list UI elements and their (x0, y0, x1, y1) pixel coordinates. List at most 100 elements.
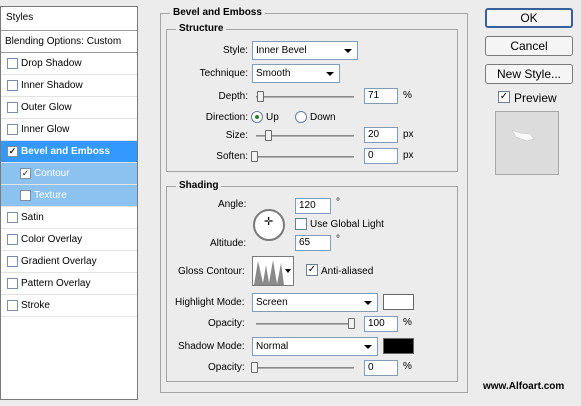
gradient-overlay-checkbox[interactable] (7, 256, 18, 267)
style-item-gradient-overlay[interactable]: Gradient Overlay (1, 251, 137, 273)
direction-down-radio[interactable] (295, 111, 307, 123)
preview-shape-icon (511, 129, 535, 142)
style-item-inner-glow[interactable]: Inner Glow (1, 119, 137, 141)
stroke-checkbox[interactable] (7, 300, 18, 311)
highlight-opacity-slider-thumb[interactable] (348, 318, 355, 329)
chevron-down-icon (364, 301, 372, 305)
size-input[interactable]: 20 (364, 127, 398, 143)
angle-dial[interactable]: ✛ (253, 209, 285, 241)
style-item-label: Bevel and Emboss (21, 146, 110, 157)
gloss-contour-label: Gloss Contour: (178, 266, 245, 277)
shadow-opacity-label: Opacity: (208, 362, 245, 373)
highlight-color-swatch[interactable] (383, 294, 414, 310)
size-unit: px (403, 129, 414, 140)
styles-list-panel: Styles Blending Options: Custom Drop Sha… (0, 6, 138, 400)
watermark-text: www.Alfoart.com (483, 381, 565, 392)
preview-label[interactable]: Preview (514, 91, 557, 105)
chevron-down-icon (344, 49, 352, 53)
style-item-label: Inner Glow (21, 124, 70, 135)
style-item-color-overlay[interactable]: Color Overlay (1, 229, 137, 251)
structure-title: Structure (176, 23, 227, 34)
altitude-input[interactable]: 65 (295, 235, 331, 251)
highlight-opacity-slider-track[interactable] (256, 323, 354, 325)
style-item-texture[interactable]: Texture (1, 185, 137, 207)
style-item-satin[interactable]: Satin (1, 207, 137, 229)
style-item-label: Satin (21, 212, 44, 223)
angle-input[interactable]: 120 (295, 198, 331, 214)
style-label: Style: (222, 45, 248, 56)
style-item-label: Texture (34, 190, 67, 201)
color-overlay-checkbox[interactable] (7, 234, 18, 245)
satin-checkbox[interactable] (7, 212, 18, 223)
shadow-opacity-slider-thumb[interactable] (251, 362, 258, 373)
chevron-down-icon (326, 72, 334, 76)
highlight-mode-label: Highlight Mode: (175, 297, 245, 308)
shadow-mode-value: Normal (256, 341, 289, 352)
technique-select-value: Smooth (256, 68, 291, 79)
blending-options-item[interactable]: Blending Options: Custom (1, 31, 137, 53)
use-global-light-checkbox[interactable] (295, 218, 307, 230)
shadow-mode-select[interactable]: Normal (252, 337, 378, 356)
angle-crosshair-icon: ✛ (264, 216, 274, 228)
styles-header[interactable]: Styles (1, 7, 137, 31)
bevel-and-emboss-checkbox[interactable]: ✓ (7, 146, 18, 157)
inner-shadow-checkbox[interactable] (7, 80, 18, 91)
texture-checkbox[interactable] (20, 190, 31, 201)
shadow-color-swatch[interactable] (383, 338, 414, 354)
inner-glow-checkbox[interactable] (7, 124, 18, 135)
style-item-label: Stroke (21, 300, 50, 311)
direction-up-radio[interactable] (251, 111, 263, 123)
style-select[interactable]: Inner Bevel (252, 41, 358, 60)
highlight-mode-select[interactable]: Screen (252, 293, 378, 312)
preview-checkbox[interactable]: ✓ (498, 91, 510, 103)
technique-select[interactable]: Smooth (252, 64, 340, 83)
style-item-label: Color Overlay (21, 234, 83, 245)
highlight-opacity-input[interactable]: 100 (364, 316, 398, 332)
cancel-button[interactable]: Cancel (485, 36, 573, 56)
chevron-down-icon (364, 345, 372, 349)
style-item-label: Gradient Overlay (21, 256, 97, 267)
shadow-opacity-slider-track[interactable] (256, 367, 354, 369)
gloss-contour-picker[interactable] (252, 256, 294, 286)
style-item-bevel-and-emboss[interactable]: ✓ Bevel and Emboss (1, 141, 137, 163)
shadow-opacity-unit: % (403, 361, 412, 372)
angle-label: Angle: (218, 199, 247, 210)
style-item-inner-shadow[interactable]: Inner Shadow (1, 75, 137, 97)
depth-slider-thumb[interactable] (257, 91, 264, 102)
style-preview-thumbnail (495, 111, 559, 175)
direction-down-label[interactable]: Down (310, 112, 336, 123)
style-item-contour[interactable]: ✓ Contour (1, 163, 137, 185)
style-item-pattern-overlay[interactable]: Pattern Overlay (1, 273, 137, 295)
style-item-label: Contour (34, 168, 70, 179)
ok-button[interactable]: OK (485, 8, 573, 28)
drop-shadow-checkbox[interactable] (7, 58, 18, 69)
soften-slider-track[interactable] (256, 156, 354, 158)
style-item-stroke[interactable]: Stroke (1, 295, 137, 317)
chevron-down-icon (285, 269, 291, 273)
anti-aliased-label[interactable]: Anti-aliased (321, 266, 373, 277)
shadow-mode-label: Shadow Mode: (178, 341, 245, 352)
contour-checkbox[interactable]: ✓ (20, 168, 31, 179)
depth-label: Depth: (218, 91, 248, 102)
pattern-overlay-checkbox[interactable] (7, 278, 18, 289)
technique-label: Technique: (199, 68, 248, 79)
outer-glow-checkbox[interactable] (7, 102, 18, 113)
shadow-opacity-input[interactable]: 0 (364, 360, 398, 376)
soften-slider-thumb[interactable] (251, 151, 258, 162)
style-item-drop-shadow[interactable]: Drop Shadow (1, 53, 137, 75)
angle-unit: ° (336, 197, 340, 208)
use-global-light-label[interactable]: Use Global Light (310, 219, 384, 230)
depth-slider-track[interactable] (256, 96, 354, 98)
style-item-label: Outer Glow (21, 102, 72, 113)
direction-label: Direction: (205, 112, 248, 123)
depth-input[interactable]: 71 (364, 88, 398, 104)
depth-unit: % (403, 90, 412, 101)
soften-input[interactable]: 0 (364, 148, 398, 164)
anti-aliased-checkbox[interactable]: ✓ (306, 264, 318, 276)
direction-up-label[interactable]: Up (266, 112, 279, 123)
highlight-opacity-label: Opacity: (208, 318, 245, 329)
style-item-label: Pattern Overlay (21, 278, 91, 289)
style-item-outer-glow[interactable]: Outer Glow (1, 97, 137, 119)
new-style-button[interactable]: New Style... (485, 64, 573, 84)
size-slider-thumb[interactable] (265, 130, 272, 141)
